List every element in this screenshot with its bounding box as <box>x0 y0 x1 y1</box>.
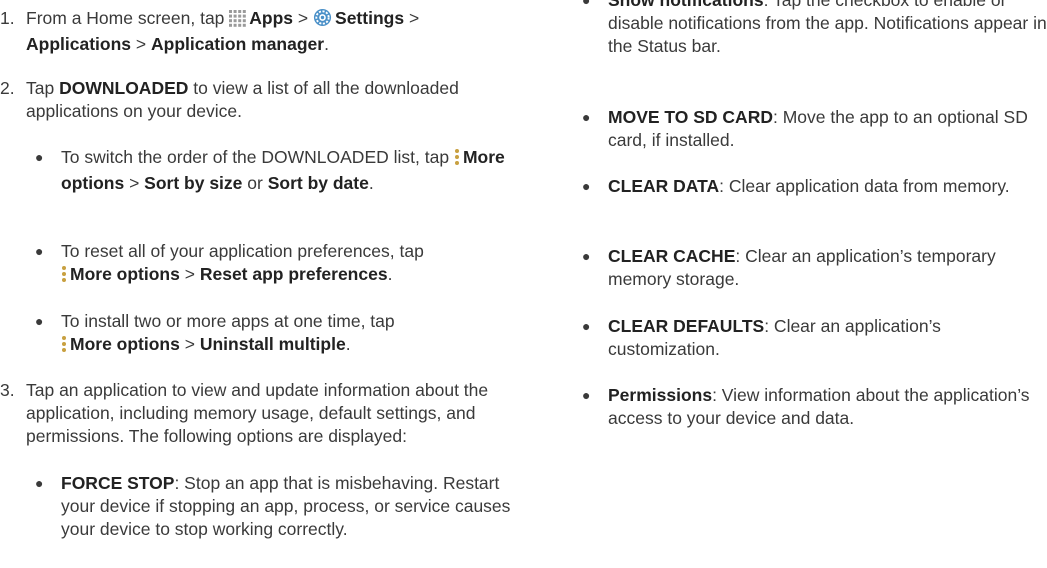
more-options-icon <box>454 148 460 172</box>
option-show-notifications: ● Show notifications: Tap the checkbox t… <box>582 0 1047 58</box>
bullet-text: To switch the order of the DOWNLOADED li… <box>61 147 505 193</box>
step-number: 2. <box>0 78 15 98</box>
bullet-dot: ● <box>582 109 591 125</box>
bullet-dot: ● <box>35 243 44 259</box>
more-options-icon <box>61 265 67 289</box>
more-options-icon <box>61 335 67 359</box>
option-clear-data: ● CLEAR DATA: Clear application data fro… <box>582 175 1047 198</box>
settings-gear-icon <box>313 8 332 33</box>
bullet-dot: ● <box>582 178 591 194</box>
step-1: 1. From a Home screen, tap Apps > Settin… <box>0 7 525 56</box>
option-permissions: ● Permissions: View information about th… <box>582 384 1047 430</box>
apps-grid-icon <box>229 10 247 33</box>
step-text: From a Home screen, tap Apps > Settings … <box>26 8 420 54</box>
bullet-dot: ● <box>35 149 44 165</box>
bullet-text: CLEAR DATA: Clear application data from … <box>608 176 1010 196</box>
application-manager-label: Application manager <box>151 34 325 54</box>
option-clear-defaults: ● CLEAR DEFAULTS: Clear an application’s… <box>582 315 1047 361</box>
downloaded-label: DOWNLOADED <box>59 78 189 98</box>
sub-bullet-sort: ● To switch the order of the DOWNLOADED … <box>35 146 515 195</box>
step-3: 3. Tap an application to view and update… <box>0 379 525 448</box>
bullet-text: MOVE TO SD CARD: Move the app to an opti… <box>608 107 1028 150</box>
settings-label: Settings <box>335 8 405 28</box>
sub-bullet-reset: ● To reset all of your application prefe… <box>35 240 515 289</box>
option-move-to-sd-card: ● MOVE TO SD CARD: Move the app to an op… <box>582 106 1047 152</box>
option-force-stop: ● FORCE STOP: Stop an app that is misbeh… <box>35 472 515 541</box>
step-2: 2. Tap DOWNLOADED to view a list of all … <box>0 77 525 123</box>
step-number: 1. <box>0 8 15 28</box>
sub-bullet-install: ● To install two or more apps at one tim… <box>35 310 515 359</box>
bullet-text: FORCE STOP: Stop an app that is misbehav… <box>61 473 511 539</box>
bullet-text: CLEAR DEFAULTS: Clear an application’s c… <box>608 316 941 359</box>
bullet-dot: ● <box>582 387 591 403</box>
bullet-dot: ● <box>35 313 44 329</box>
bullet-text: CLEAR CACHE: Clear an application’s temp… <box>608 246 996 289</box>
step-text: Tap an application to view and update in… <box>26 380 489 446</box>
applications-label: Applications <box>26 34 132 54</box>
bullet-dot: ● <box>582 248 591 264</box>
step-number: 3. <box>0 380 15 400</box>
option-clear-cache: ● CLEAR CACHE: Clear an application’s te… <box>582 245 1047 291</box>
bullet-text: Permissions: View information about the … <box>608 385 1030 428</box>
step-text: Tap DOWNLOADED to view a list of all the… <box>26 78 459 121</box>
bullet-text: To install two or more apps at one time,… <box>61 310 515 359</box>
bullet-dot: ● <box>35 475 44 491</box>
bullet-text: To reset all of your application prefere… <box>61 240 515 289</box>
bullet-dot: ● <box>582 0 591 8</box>
apps-label: Apps <box>249 8 294 28</box>
bullet-dot: ● <box>582 318 591 334</box>
bullet-text: Show notifications: Tap the checkbox to … <box>608 0 1047 56</box>
